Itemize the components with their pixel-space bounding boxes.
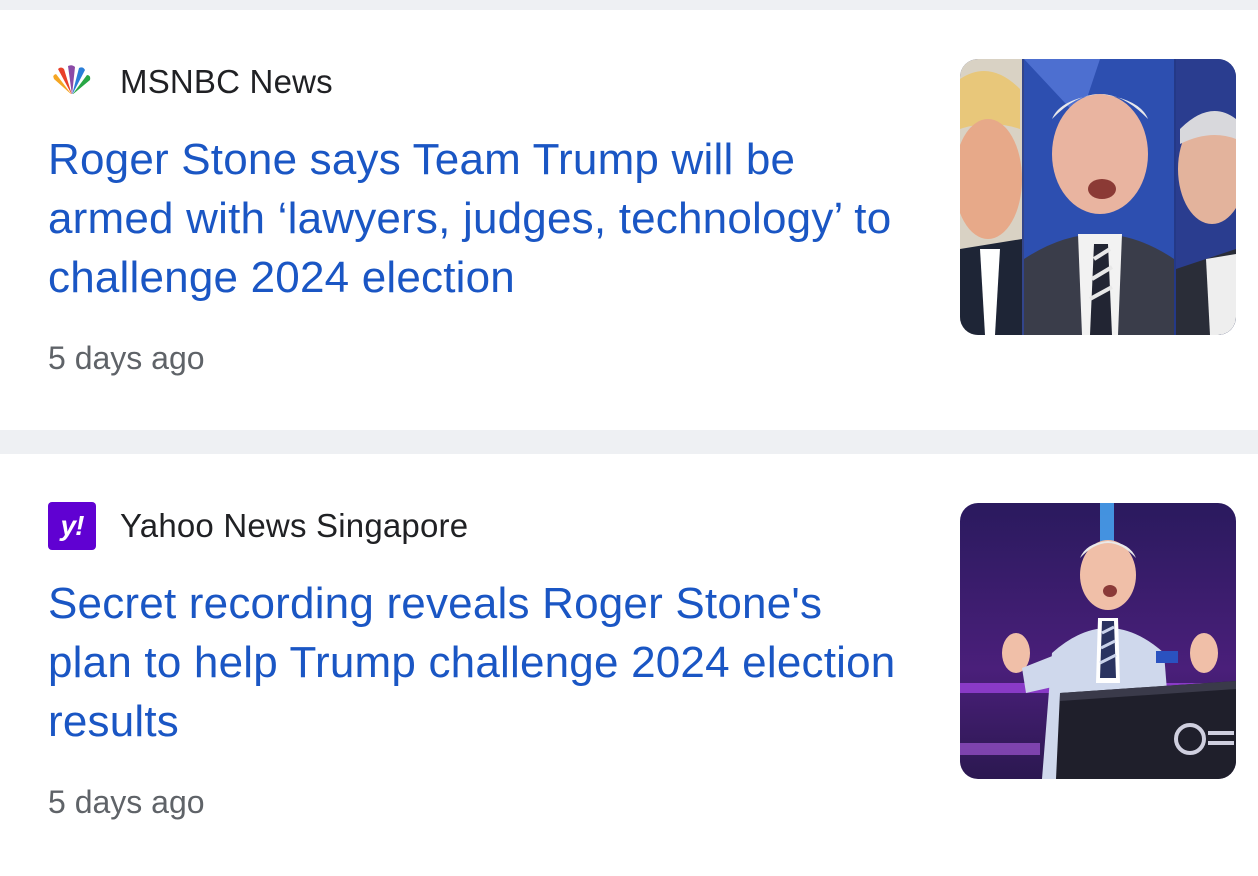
headline-link[interactable]: Secret recording reveals Roger Stone's p… [48, 574, 918, 751]
nbc-peacock-icon [48, 58, 96, 106]
timestamp: 5 days ago [48, 784, 205, 820]
news-card[interactable]: y! Yahoo News Singapore Secret recording… [0, 454, 1258, 876]
source-row: y! Yahoo News Singapore [48, 502, 469, 550]
source-name: Yahoo News Singapore [120, 507, 469, 544]
headline-link[interactable]: Roger Stone says Team Trump will be arme… [48, 130, 918, 307]
news-feed: MSNBC News Roger Stone says Team Trump w… [0, 0, 1258, 876]
source-name: MSNBC News [120, 63, 333, 100]
divider [0, 0, 1258, 10]
timestamp: 5 days ago [48, 340, 205, 376]
article-thumbnail[interactable] [960, 503, 1236, 779]
yahoo-logo-icon: y! [48, 502, 96, 550]
article-thumbnail[interactable] [960, 59, 1236, 335]
news-card[interactable]: MSNBC News Roger Stone says Team Trump w… [0, 10, 1258, 430]
source-row: MSNBC News [48, 62, 333, 102]
